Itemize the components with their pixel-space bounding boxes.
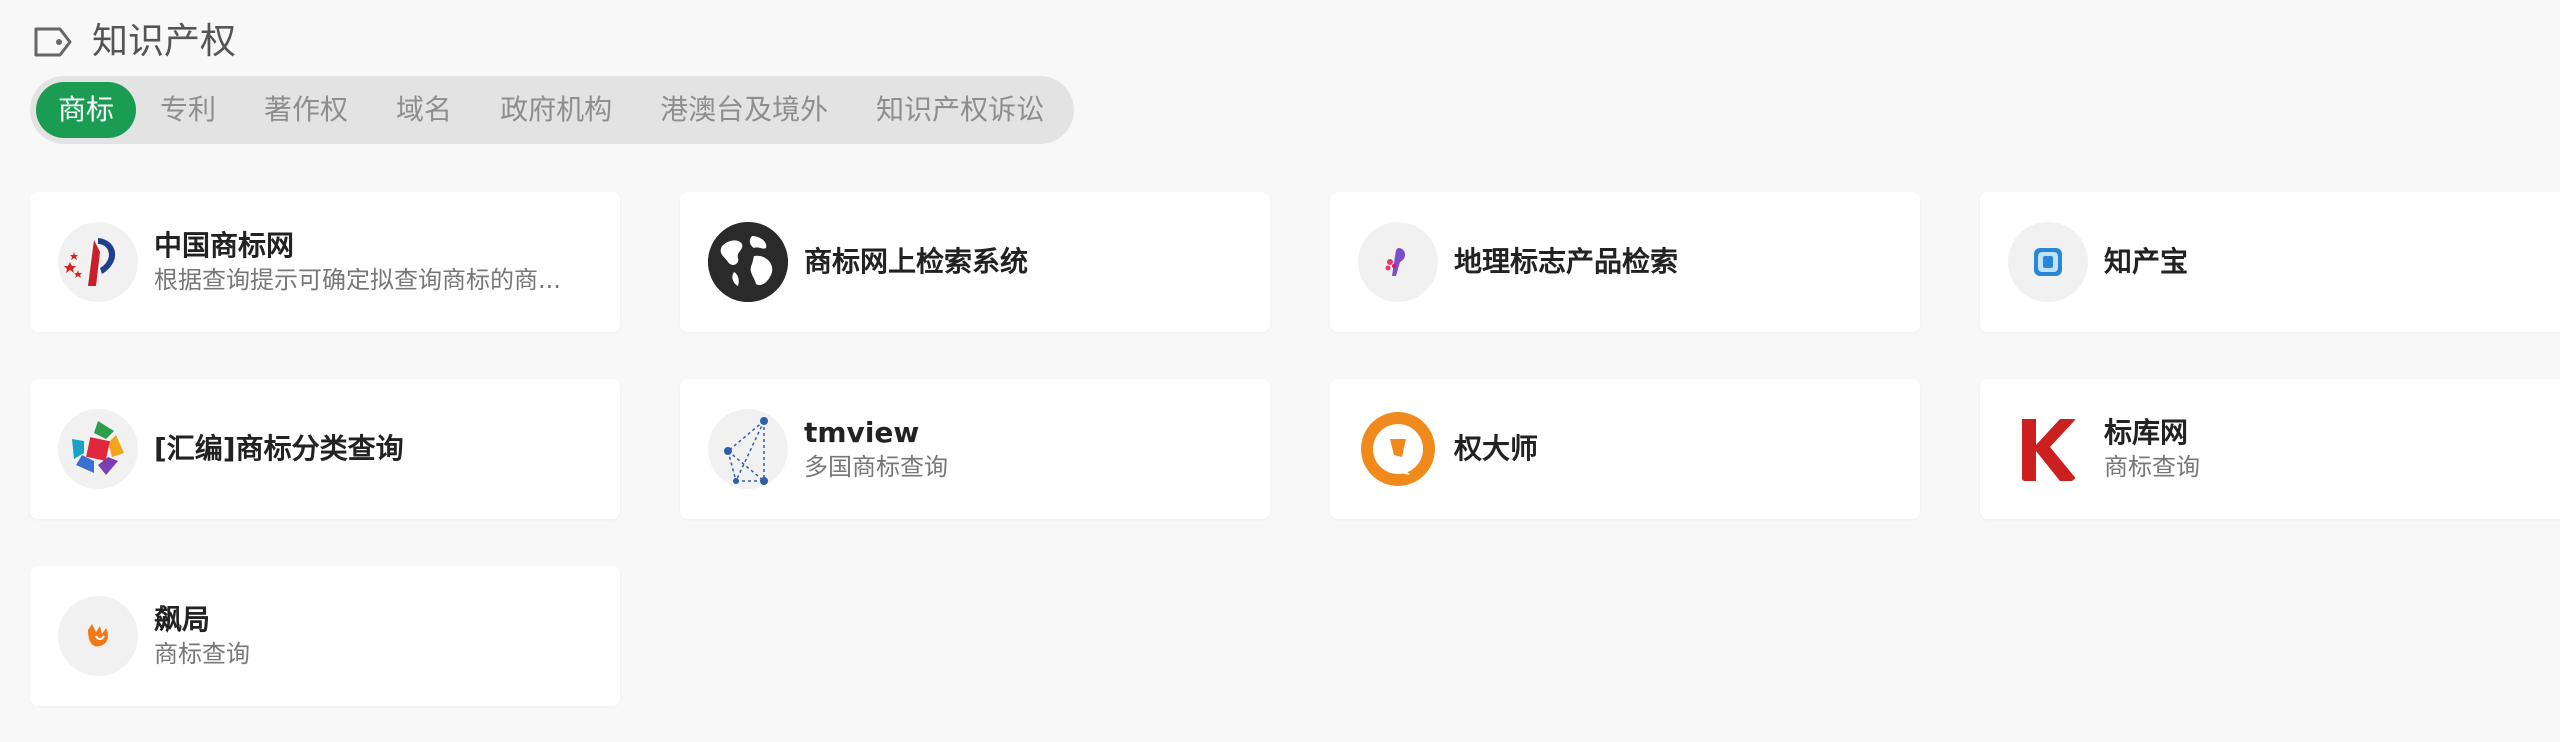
card-description: 多国商标查询 (804, 453, 948, 481)
card-china-trademark[interactable]: 中国商标网 根据查询提示可确定拟查询商标的商... (30, 192, 620, 332)
card-geo-indication-search[interactable]: 地理标志产品检索 (1330, 192, 1920, 332)
tag-icon (34, 27, 72, 57)
globe-icon (708, 222, 788, 302)
section-header: 知识产权 (32, 20, 236, 64)
card-description: 根据查询提示可确定拟查询商标的商... (154, 266, 561, 294)
tab-hk-macao-taiwan-overseas[interactable]: 港澳台及境外 (636, 82, 852, 138)
tab-ip-litigation[interactable]: 知识产权诉讼 (852, 82, 1068, 138)
category-tabs: 商标 专利 著作权 域名 政府机构 港澳台及境外 知识产权诉讼 (30, 76, 1074, 144)
card-title: 中国商标网 (154, 229, 295, 262)
card-title: 飙局 (154, 603, 211, 636)
tab-government[interactable]: 政府机构 (476, 82, 636, 138)
card-title: tmview (804, 416, 920, 449)
zhichanbao-logo-icon (2008, 222, 2088, 302)
quandashi-logo-icon (1358, 409, 1438, 489)
card-biaoju[interactable]: 飙局 商标查询 (30, 566, 620, 706)
classification-logo-icon (58, 409, 138, 489)
biaoku-logo-icon (2008, 409, 2088, 489)
card-title: [汇编]商标分类查询 (154, 432, 404, 465)
card-quandashi[interactable]: 权大师 (1330, 379, 1920, 519)
card-title: 权大师 (1454, 432, 1539, 465)
geo-indication-logo-icon (1358, 222, 1438, 302)
card-biaoku[interactable]: 标库网 商标查询 (1980, 379, 2560, 519)
tab-copyright[interactable]: 著作权 (240, 82, 372, 138)
card-zhichanbao[interactable]: 知产宝 (1980, 192, 2560, 332)
card-description: 商标查询 (2104, 453, 2200, 481)
china-trademark-logo-icon (58, 222, 138, 302)
card-title: 商标网上检索系统 (804, 245, 1029, 278)
card-title: 知产宝 (2104, 245, 2189, 278)
tmview-logo-icon (708, 409, 788, 489)
card-title: 地理标志产品检索 (1454, 245, 1679, 278)
tab-domain[interactable]: 域名 (372, 82, 476, 138)
card-trademark-online-search[interactable]: 商标网上检索系统 (680, 192, 1270, 332)
tab-trademark[interactable]: 商标 (36, 82, 137, 138)
card-trademark-classification[interactable]: [汇编]商标分类查询 (30, 379, 620, 519)
card-description: 商标查询 (154, 640, 250, 668)
card-title: 标库网 (2104, 416, 2189, 449)
card-tmview[interactable]: tmview 多国商标查询 (680, 379, 1270, 519)
section-title: 知识产权 (92, 21, 237, 62)
biaoju-logo-icon (58, 596, 138, 676)
tab-patent[interactable]: 专利 (136, 82, 240, 138)
